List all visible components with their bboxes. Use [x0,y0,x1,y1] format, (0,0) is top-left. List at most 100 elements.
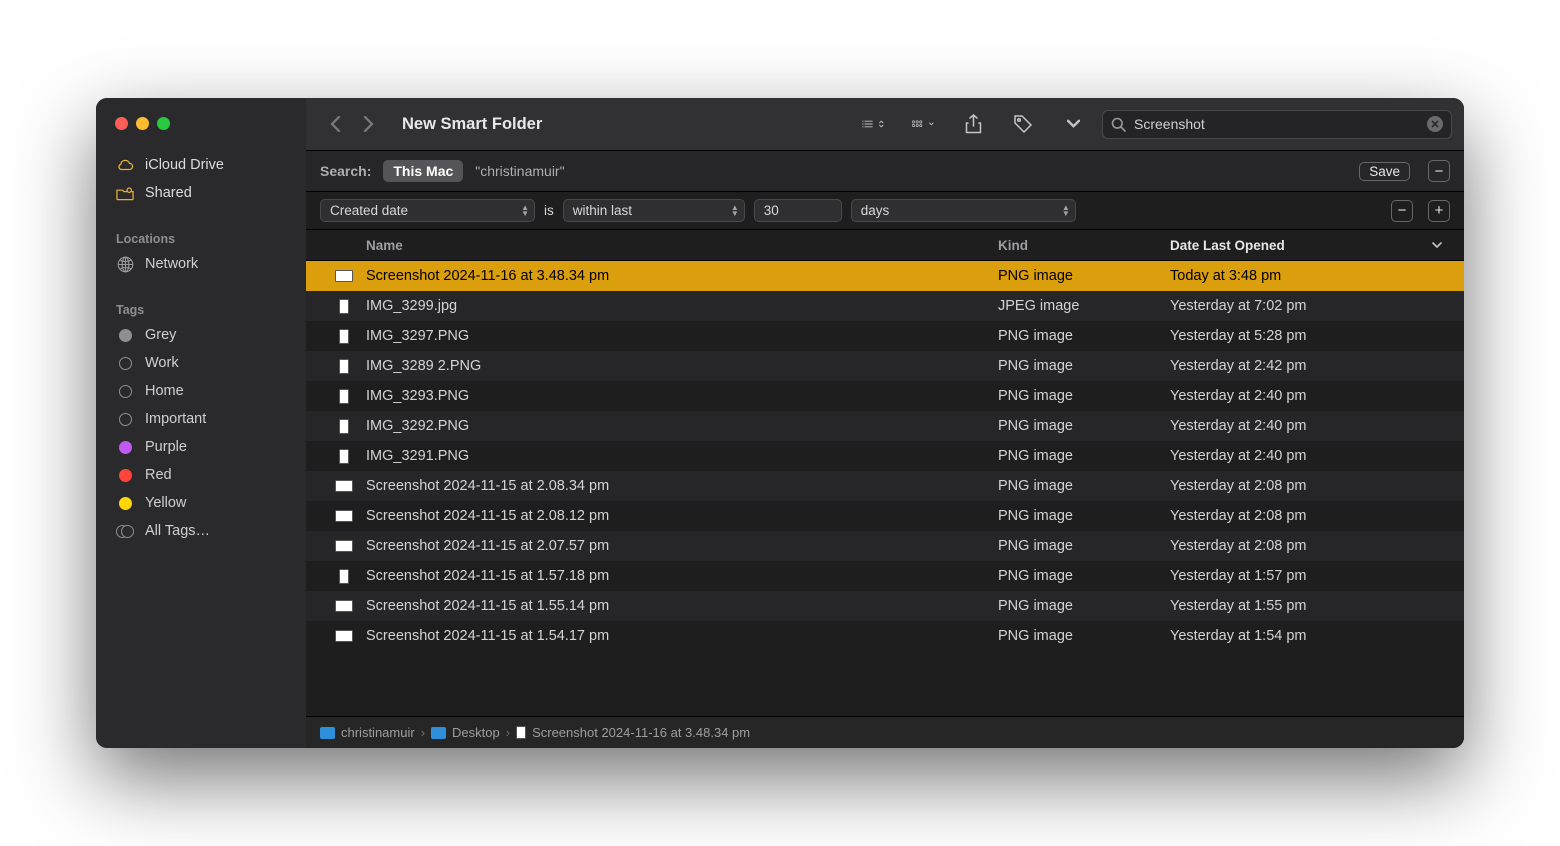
file-thumbnail-icon [334,358,354,374]
select-value: within last [573,203,632,218]
file-row[interactable]: IMG_3289 2.PNG PNG imageYesterday at 2:42… [306,351,1464,381]
close-window-button[interactable] [115,117,128,130]
file-kind: PNG image [998,538,1170,554]
sidebar-tag-item[interactable]: Home [96,377,306,405]
clear-search-button[interactable]: ✕ [1427,116,1443,132]
file-row[interactable]: Screenshot 2024-11-15 at 2.08.34 pmPNG i… [306,471,1464,501]
file-name: Screenshot 2024-11-15 at 2.08.12 pm [366,508,609,524]
file-date: Yesterday at 2:40 pm [1170,448,1450,464]
file-row[interactable]: Screenshot 2024-11-15 at 1.55.14 pmPNG i… [306,591,1464,621]
sidebar-tag-item[interactable]: Red [96,461,306,489]
file-thumbnail-icon [334,628,354,644]
sidebar-item-label: Work [145,355,179,371]
file-thumbnail-icon [334,598,354,614]
file-name: IMG_3291.PNG [366,448,469,464]
minimize-window-button[interactable] [136,117,149,130]
forward-button[interactable] [363,115,374,133]
file-row[interactable]: IMG_3292.PNGPNG imageYesterday at 2:40 p… [306,411,1464,441]
updown-caret-icon: ▲▼ [1062,205,1070,217]
window-controls [96,98,306,146]
sidebar-item-label: Red [145,467,172,483]
finder-window: iCloud Drive Shared Locations Network Ta… [96,98,1464,748]
overflow-button[interactable] [1062,114,1084,134]
file-kind: PNG image [998,358,1170,374]
sidebar-section-header: Locations [96,222,306,250]
scope-this-mac[interactable]: This Mac [383,160,463,182]
sidebar-item-label: Network [145,256,198,272]
file-list[interactable]: Screenshot 2024-11-16 at 3.48.34 pmPNG i… [306,261,1464,716]
sidebar-tag-item[interactable]: Important [96,405,306,433]
criteria-attribute-select[interactable]: Created date ▲▼ [320,199,535,222]
file-row[interactable]: IMG_3299.jpgJPEG imageYesterday at 7:02 … [306,291,1464,321]
file-name: Screenshot 2024-11-15 at 2.07.57 pm [366,538,609,554]
back-button[interactable] [330,115,341,133]
remove-criteria-button[interactable]: − [1428,160,1450,182]
file-row[interactable]: IMG_3297.PNGPNG imageYesterday at 5:28 p… [306,321,1464,351]
column-header-date[interactable]: Date Last Opened [1170,238,1450,253]
globe-icon [116,255,134,273]
sidebar-item-shared[interactable]: Shared [96,179,306,207]
file-kind: PNG image [998,568,1170,584]
path-segment[interactable]: christinamuir [320,725,415,740]
sidebar-item-label: All Tags… [145,523,210,539]
nav-arrows [330,115,374,133]
file-date: Yesterday at 2:42 pm [1170,358,1450,374]
file-thumbnail-icon [334,508,354,524]
sidebar-item-label: Important [145,411,206,427]
path-bar: christinamuir›Desktop›Screenshot 2024-11… [306,716,1464,748]
path-segment[interactable]: Screenshot 2024-11-16 at 3.48.34 pm [516,725,750,740]
file-row[interactable]: IMG_3293.PNGPNG imageYesterday at 2:40 p… [306,381,1464,411]
file-date: Today at 3:48 pm [1170,268,1450,284]
share-button[interactable] [962,114,984,134]
path-label: Screenshot 2024-11-16 at 3.48.34 pm [532,725,750,740]
window-title: New Smart Folder [402,115,542,134]
file-row[interactable]: Screenshot 2024-11-15 at 2.07.57 pm PNG i… [306,531,1464,561]
sidebar-item-label: Purple [145,439,187,455]
sidebar-tag-item[interactable]: Work [96,349,306,377]
group-by-selector[interactable] [912,114,934,134]
add-row-button[interactable]: + [1428,200,1450,222]
file-row[interactable]: Screenshot 2024-11-15 at 1.57.18 pmPNG i… [306,561,1464,591]
list-view-selector[interactable] [862,114,884,134]
remove-row-button[interactable]: − [1391,200,1413,222]
file-name: IMG_3293.PNG [366,388,469,404]
all-tags-icon [116,522,134,540]
file-thumbnail-icon [334,448,354,464]
sidebar-item-all-tags[interactable]: All Tags… [96,517,306,545]
column-header-kind[interactable]: Kind [998,238,1170,253]
sidebar-item-icloud-drive[interactable]: iCloud Drive [96,151,306,179]
tag-color-icon [116,438,134,456]
tag-color-icon [116,326,134,344]
file-kind: PNG image [998,388,1170,404]
file-thumbnail-icon [334,418,354,434]
column-header-name[interactable]: Name [366,238,998,253]
sidebar-item-label: Grey [145,327,176,343]
fullscreen-window-button[interactable] [157,117,170,130]
tag-button[interactable] [1012,114,1034,134]
file-kind: PNG image [998,478,1170,494]
tag-color-icon [116,382,134,400]
save-search-button[interactable]: Save [1359,162,1410,181]
search-input[interactable] [1134,116,1419,132]
sidebar-tag-item[interactable]: Yellow [96,489,306,517]
file-row[interactable]: Screenshot 2024-11-15 at 1.54.17 pmPNG i… [306,621,1464,651]
file-row[interactable]: Screenshot 2024-11-16 at 3.48.34 pmPNG i… [306,261,1464,291]
criteria-operator-select[interactable]: within last ▲▼ [563,199,745,222]
criteria-value-input[interactable] [754,199,842,222]
path-segment[interactable]: Desktop [431,725,500,740]
chevron-down-icon [1432,242,1442,248]
scope-folder[interactable]: "christinamuir" [475,163,564,179]
sidebar-favorites: iCloud Drive Shared [96,146,306,217]
sidebar-tag-item[interactable]: Grey [96,321,306,349]
criteria-unit-select[interactable]: days ▲▼ [851,199,1076,222]
file-row[interactable]: IMG_3291.PNGPNG imageYesterday at 2:40 p… [306,441,1464,471]
file-name: IMG_3289 2.PNG [366,358,481,374]
search-field[interactable]: ✕ [1102,110,1452,139]
tag-color-icon [116,410,134,428]
file-kind: PNG image [998,508,1170,524]
file-date: Yesterday at 2:08 pm [1170,508,1450,524]
file-row[interactable]: Screenshot 2024-11-15 at 2.08.12 pm PNG i… [306,501,1464,531]
file-thumbnail-icon [334,478,354,494]
sidebar-tag-item[interactable]: Purple [96,433,306,461]
sidebar-item-network[interactable]: Network [96,250,306,278]
